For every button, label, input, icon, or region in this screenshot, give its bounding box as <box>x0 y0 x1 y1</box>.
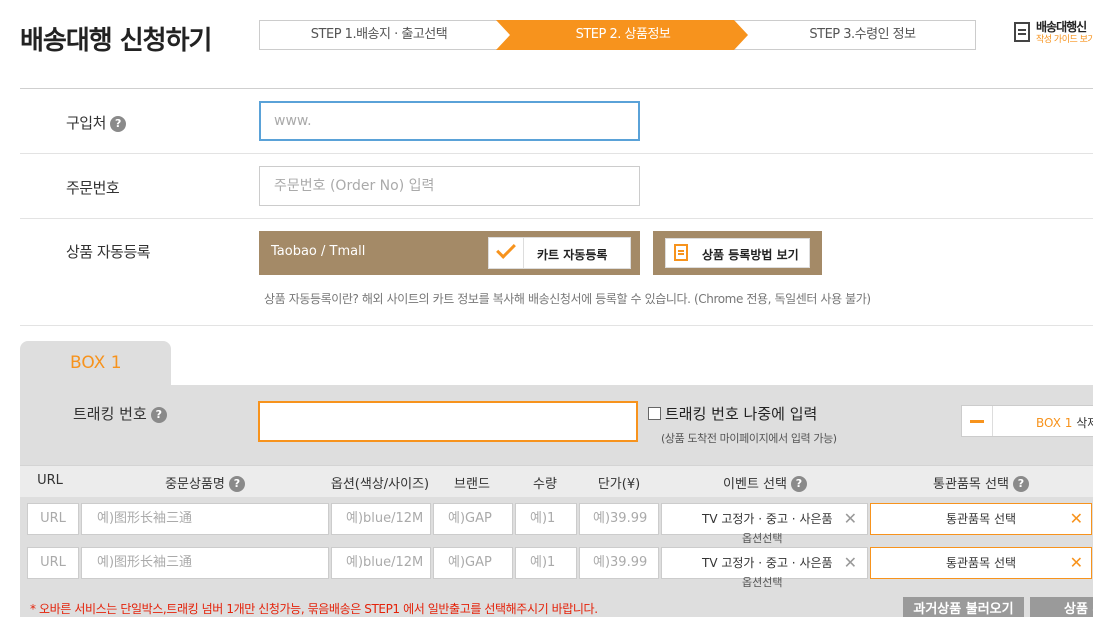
box-tab-label: BOX 1 <box>70 353 122 373</box>
purchase-url-input[interactable]: www. <box>259 101 640 141</box>
delete-box-label: BOX 1 삭제 <box>1036 414 1093 431</box>
howto-label: 상품 등록방법 보기 <box>702 248 799 262</box>
footer-warning: * 오바른 서비스는 단일박스,트래킹 넘버 1개만 신청가능, 묶음배송은 S… <box>30 602 598 616</box>
help-icon[interactable]: ? <box>150 407 167 423</box>
cart-auto-register-button[interactable]: 카트 자동등록 <box>488 237 631 269</box>
howto-box: 상품 등록방법 보기 <box>653 231 822 275</box>
document-icon <box>1014 22 1030 42</box>
customs-select-value: 통관품목 선택 <box>945 512 1017 526</box>
col-qty: 수량 <box>533 477 557 492</box>
order-number-input[interactable]: 주문번호 (Order No) 입력 <box>259 166 640 206</box>
purchase-label-text: 구입처 <box>66 114 106 132</box>
howto-button[interactable]: 상품 등록방법 보기 <box>665 238 810 268</box>
close-icon[interactable]: ✕ <box>844 504 857 534</box>
help-icon[interactable]: ? <box>109 116 126 132</box>
delete-box-name: BOX 1 <box>1036 416 1073 430</box>
product-name-input[interactable]: 예)图形长袖三通 <box>81 547 329 579</box>
price-input[interactable]: 예)39.99 <box>579 547 659 579</box>
event-option-label: 옵션선택 <box>742 576 783 589</box>
customs-select[interactable]: 통관품목 선택 ✕ <box>870 503 1092 535</box>
quantity-input[interactable]: 예)1 <box>515 547 577 579</box>
divider <box>20 153 1093 154</box>
delete-box-button[interactable]: BOX 1 삭제 <box>961 405 1093 437</box>
col-name-text: 중문상품명 <box>165 477 225 492</box>
event-select-value: TV 고정가 · 중고 · 사은품 <box>702 556 833 570</box>
divider <box>20 88 1093 89</box>
check-icon <box>496 239 516 259</box>
close-icon[interactable]: ✕ <box>844 548 857 578</box>
step-3: STEP 3.수령인 정보 <box>809 27 916 42</box>
col-event-text: 이벤트 선택 <box>723 477 787 492</box>
col-customs: 통관품목 선택? <box>870 473 1092 492</box>
col-brand: 브랜드 <box>454 477 490 492</box>
auto-register-source: Taobao / Tmall <box>271 244 366 259</box>
order-number-label: 주문번호 <box>66 179 120 197</box>
item-table-header: URL 중문상품명? 옵션(색상/사이즈) 브랜드 수량 단가(¥) 이벤트 선… <box>20 465 1093 497</box>
close-icon[interactable]: ✕ <box>1070 504 1083 534</box>
option-input[interactable]: 예)blue/12M <box>331 547 431 579</box>
price-input[interactable]: 예)39.99 <box>579 503 659 535</box>
delete-box-suffix: 삭제 <box>1076 416 1093 430</box>
url-input[interactable]: URL <box>27 503 79 535</box>
customs-select[interactable]: 통관품목 선택 ✕ <box>870 547 1092 579</box>
guide-link[interactable]: 배송대행신 작성 가이드 보기 <box>1014 18 1093 48</box>
help-icon[interactable]: ? <box>790 476 807 492</box>
brand-input[interactable]: 예)GAP <box>433 547 513 579</box>
col-event: 이벤트 선택? <box>660 473 870 492</box>
page-title: 배송대행 신청하기 <box>20 26 212 56</box>
col-customs-text: 통관품목 선택 <box>933 477 1009 492</box>
step-2: STEP 2. 상품정보 <box>575 27 671 42</box>
close-icon[interactable]: ✕ <box>1070 548 1083 578</box>
purchase-label: 구입처? <box>66 112 126 133</box>
tracking-label-text: 트래킹 번호 <box>73 405 147 423</box>
load-past-items-button[interactable]: 과거상품 불러오기 <box>903 597 1024 617</box>
customs-select-value: 통관품목 선택 <box>945 556 1017 570</box>
col-price: 단가(¥) <box>597 477 641 492</box>
url-input[interactable]: URL <box>27 547 79 579</box>
add-item-button[interactable]: 상품 추가 <box>1030 597 1093 617</box>
divider <box>20 218 1093 219</box>
tracking-later-note: (상품 도착전 마이페이지에서 입력 가능) <box>661 432 837 445</box>
tracking-later-label[interactable]: 트래킹 번호 나중에 입력 <box>665 403 817 424</box>
auto-register-note: 상품 자동등록이란? 해외 사이트의 카트 정보를 복사해 배송신청서에 등록할… <box>264 292 871 306</box>
col-name: 중문상품명? <box>80 473 330 492</box>
divider <box>523 238 524 268</box>
col-url: URL <box>37 473 63 488</box>
step-1: STEP 1.배송지 · 출고선택 <box>310 27 448 42</box>
divider <box>20 325 1093 326</box>
box-tab[interactable]: BOX 1 <box>20 341 171 386</box>
tracking-label: 트래킹 번호? <box>73 403 167 424</box>
tracking-later-checkbox[interactable] <box>648 407 661 420</box>
divider <box>992 406 993 436</box>
event-select-value: TV 고정가 · 중고 · 사은품 <box>702 512 833 526</box>
help-icon[interactable]: ? <box>1012 476 1029 492</box>
guide-subtitle: 작성 가이드 보기 <box>1036 35 1093 45</box>
minus-icon <box>970 420 984 423</box>
help-icon[interactable]: ? <box>228 476 245 492</box>
event-option-label: 옵션선택 <box>742 532 783 545</box>
product-name-input[interactable]: 예)图形长袖三通 <box>81 503 329 535</box>
auto-register-label: 상품 자동등록 <box>66 243 151 261</box>
quantity-input[interactable]: 예)1 <box>515 503 577 535</box>
auto-register-box: Taobao / Tmall 카트 자동등록 <box>259 231 640 275</box>
cart-auto-register-label: 카트 자동등록 <box>537 248 608 262</box>
brand-input[interactable]: 예)GAP <box>433 503 513 535</box>
step-indicator: STEP 1.배송지 · 출고선택 STEP 2. 상품정보 STEP 3.수령… <box>259 20 976 50</box>
option-input[interactable]: 예)blue/12M <box>331 503 431 535</box>
document-icon <box>674 244 688 261</box>
tracking-number-input[interactable] <box>258 401 638 442</box>
col-option: 옵션(색상/사이즈) <box>330 477 430 492</box>
